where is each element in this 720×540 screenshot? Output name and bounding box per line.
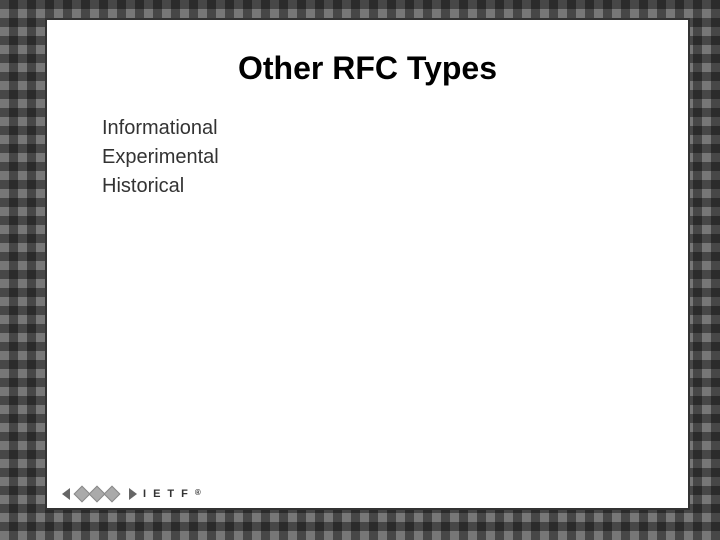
ietf-logo-text: I E T F ® — [143, 488, 204, 500]
slide-title: Other RFC Types — [47, 20, 688, 107]
ietf-letter-i: I — [143, 488, 149, 500]
ietf-letter-e: E — [153, 488, 163, 500]
slide-content: Informational Experimental Historical — [47, 107, 688, 480]
bullet-experimental: Experimental — [102, 146, 648, 169]
slide-footer: I E T F ® — [47, 480, 688, 508]
diamond-3 — [104, 486, 121, 503]
ietf-trademark: ® — [195, 488, 204, 500]
diamond-group — [76, 488, 118, 500]
arrow-left-icon — [62, 488, 70, 500]
bullet-historical: Historical — [102, 175, 648, 198]
slide-container: Other RFC Types Informational Experiment… — [45, 18, 690, 510]
bullet-informational: Informational — [102, 117, 648, 140]
ietf-letter-t: T — [167, 488, 177, 500]
ietf-letter-f: F — [181, 488, 191, 500]
arrow-right-icon — [129, 488, 137, 500]
